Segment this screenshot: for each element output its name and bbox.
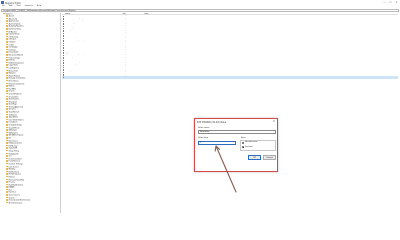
ok-button[interactable]: OK <box>248 155 261 160</box>
value-data-cell: 0x00000000 (0) <box>144 76 157 78</box>
value-name-text: DesktopProcess <box>65 71 78 73</box>
value-data-field[interactable]: 1 <box>198 140 236 145</box>
value-name-text: SlowContextMenuEntries <box>65 25 85 27</box>
hexadecimal-radio[interactable] <box>242 141 244 144</box>
address-bar[interactable]: Computer\HKEY_CURRENT_USER\Software\Micr… <box>1 8 399 12</box>
minimize-button[interactable]: — <box>382 1 387 4</box>
decimal-label: Decimal <box>245 145 253 148</box>
value-name-text: ShellState <box>65 32 74 34</box>
value-name-text: ShowDriveLettersFirst <box>65 46 83 48</box>
value-name-text: Live Pane <box>65 73 73 75</box>
value-name-text: MaximizeApps <box>65 22 77 24</box>
value-name-text: (Default) <box>65 15 73 17</box>
value-name-text: HideDrivesWithNoMedia <box>65 42 85 44</box>
maximize-button[interactable]: ☐ <box>388 1 393 4</box>
value-name-text: UserSignedIn <box>65 29 76 31</box>
value-name-text: GlobalAssocChangedCounter <box>65 17 89 19</box>
value-data-label: Value data: <box>198 137 209 139</box>
values-list: (Default) REG_SZ (value not set) GlobalAsso… <box>62 15 398 79</box>
decimal-radio[interactable] <box>242 146 245 149</box>
value-name-text: ShowRecent <box>65 59 75 61</box>
value-name-text: NewValue <box>65 76 73 78</box>
value-name-text: FirstRunTelemetryComplete <box>65 39 87 41</box>
column-name-header[interactable]: Name <box>62 13 122 15</box>
value-name-label: Value name: <box>198 127 210 129</box>
value-name-text: ShowTaskViewButton <box>65 68 82 70</box>
value-name-text: AppReadinessLogonComplete <box>65 54 89 56</box>
edit-dword-dialog: Edit DWORD (32-bit) Value ✕ Value name: … <box>194 118 278 172</box>
value-name-cell: NewValue <box>62 76 122 79</box>
dialog-title: Edit DWORD (32-bit) Value <box>197 120 227 124</box>
tree-node-label: Shell Extensions <box>8 202 23 205</box>
value-name-text: SmartScreenEnabled <box>65 49 82 51</box>
close-button[interactable]: ✕ <box>394 1 399 4</box>
dialog-close-button[interactable]: ✕ <box>273 120 275 123</box>
value-name-field[interactable]: NewValue <box>198 130 276 134</box>
value-type-cell: REG_DWORD <box>122 76 133 78</box>
value-name-text: TelemetrySalt <box>65 27 76 29</box>
value-name-text: EnableAutoTray <box>65 64 78 66</box>
column-type-header[interactable]: Type <box>122 13 144 15</box>
cancel-button[interactable]: Cancel <box>263 155 276 160</box>
binary-value-icon <box>62 76 65 79</box>
value-row[interactable]: NewValue REG_DWORD 0x00000000 (0) <box>62 76 398 79</box>
tree-node[interactable]: Shell Extensions <box>1 201 60 205</box>
value-name-text: UpgradeCount <box>65 51 77 53</box>
values-pane[interactable]: Name Type Data (Default) REG_SZ (value not… <box>62 13 398 213</box>
value-name-text: IconUnderline <box>65 44 77 46</box>
value-name-text: ShowFrequent <box>65 56 77 58</box>
hexadecimal-label: Hexadecimal <box>245 141 258 144</box>
column-data-header[interactable]: Data <box>144 13 224 15</box>
value-name-text: link <box>65 34 68 36</box>
key-tree-pane[interactable]: Explorer Accent Advanced AppContract AutoCom… <box>1 12 61 213</box>
value-name-text: ExplorerStartupTraceRecorded <box>65 37 90 39</box>
value-name-text: UserProcessPriority <box>65 61 81 63</box>
registry-app-icon <box>1 1 4 4</box>
value-name-text: TaskbarDa <box>65 66 74 68</box>
value-name-text: LocalKnownFoldersMigrated <box>65 20 88 22</box>
